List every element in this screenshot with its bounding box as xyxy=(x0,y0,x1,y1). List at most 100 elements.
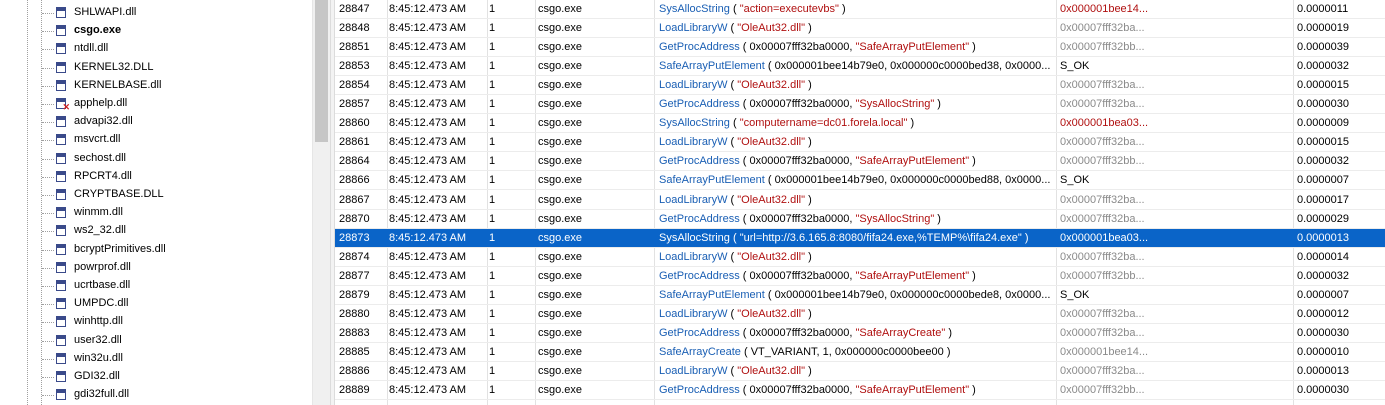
table-row[interactable]: 28848 8:45:12.473 AM 1 csgo.exe LoadLibraryW… xyxy=(335,19,1385,39)
tree-item[interactable]: GDI32.dll xyxy=(0,368,312,386)
module-tree[interactable]: SHLWAPI.dll csgo.exe ntdll.dll KERNEL32.DLL… xyxy=(0,0,312,405)
table-row[interactable]: 28857 8:45:12.473 AM 1 csgo.exe GetProcAddre… xyxy=(335,95,1385,115)
cell-api-call: SafeArrayPutElement ( 0x000001bee14b79e0… xyxy=(659,289,1054,301)
cell-module: csgo.exe xyxy=(538,193,583,206)
api-argument: "SafeArrayPutElement" xyxy=(855,269,970,282)
api-paren-open: ( xyxy=(727,79,738,92)
tree-item[interactable]: KERNELBASE.dll xyxy=(0,77,312,95)
tree-item[interactable]: gdi32full.dll xyxy=(0,386,312,404)
cell-thread: 1 xyxy=(489,288,496,301)
table-row[interactable]: 28885 8:45:12.473 AM 1 csgo.exe SafeArrayCre… xyxy=(335,343,1385,362)
module-icon xyxy=(56,25,66,37)
tree-item[interactable]: msvcrt.dll xyxy=(0,131,312,149)
tree-item[interactable]: RPCRT4.dll xyxy=(0,168,312,186)
cell-module: csgo.exe xyxy=(538,98,583,111)
cell-module: csgo.exe xyxy=(538,212,583,225)
api-function-name: SafeArrayPutElement xyxy=(659,288,765,301)
tree-item[interactable]: ws2_32.dll xyxy=(0,222,312,240)
table-row[interactable]: 28873 8:45:12.473 AM 1 csgo.exe SysAllocStri… xyxy=(335,228,1385,248)
tree-item[interactable]: ✕ apphelp.dll xyxy=(0,95,312,113)
tree-item[interactable]: winhttp.dll xyxy=(0,313,312,331)
cell-time: 8:45:12.473 AM xyxy=(389,98,467,111)
table-row[interactable]: 28867 8:45:12.473 AM 1 csgo.exe LoadLibraryW… xyxy=(335,191,1385,210)
tree-item-label: gdi32full.dll xyxy=(74,388,130,401)
cell-thread: 1 xyxy=(489,117,496,130)
api-argument: "OleAut32.dll" xyxy=(737,136,806,149)
cell-duration: 0.0000013 xyxy=(1297,231,1349,244)
api-paren-close: ) xyxy=(805,307,812,320)
table-row[interactable]: 28889 8:45:12.473 AM 1 csgo.exe GetProcAddre… xyxy=(335,381,1385,400)
cell-duration: 0.0000032 xyxy=(1297,269,1349,282)
tree-item[interactable]: KERNEL32.DLL xyxy=(0,59,312,77)
tree-item-label: msvcrt.dll xyxy=(74,133,121,146)
api-function-name: LoadLibraryW xyxy=(659,136,728,149)
cell-thread: 1 xyxy=(489,22,496,35)
cell-module: csgo.exe xyxy=(538,117,583,130)
table-row[interactable]: 28861 8:45:12.473 AM 1 csgo.exe LoadLibraryW… xyxy=(335,133,1385,153)
tree-scrollbar[interactable] xyxy=(312,0,330,405)
tree-scrollbar-thumb[interactable] xyxy=(315,0,328,142)
tree-item[interactable]: sechost.dll xyxy=(0,150,312,168)
api-argument: 0x00007fff32ba0000, xyxy=(749,98,856,111)
table-row[interactable]: 28879 8:45:12.473 AM 1 csgo.exe SafeArrayPut… xyxy=(335,286,1385,305)
table-row[interactable]: 28886 8:45:12.473 AM 1 csgo.exe LoadLibraryW… xyxy=(335,362,1385,381)
table-row[interactable]: 28870 8:45:12.473 AM 1 csgo.exe GetProcAddre… xyxy=(335,210,1385,229)
api-argument: "SysAllocString" xyxy=(855,98,935,111)
table-row[interactable]: 28853 8:45:12.473 AM 1 csgo.exe SafeArrayPut… xyxy=(335,57,1385,77)
cell-time: 8:45:12.473 AM xyxy=(389,288,467,301)
tree-item[interactable]: winmm.dll xyxy=(0,204,312,222)
tree-item[interactable]: bcryptPrimitives.dll xyxy=(0,241,312,259)
module-icon xyxy=(56,134,66,146)
cell-duration: 0.0000010 xyxy=(1297,345,1349,358)
table-row[interactable]: 28854 8:45:12.473 AM 1 csgo.exe LoadLibraryW… xyxy=(335,76,1385,96)
api-paren-close: ) xyxy=(838,3,846,15)
cell-module: csgo.exe xyxy=(538,345,583,358)
cell-module: csgo.exe xyxy=(538,384,583,396)
tree-item[interactable]: ucrtbase.dll xyxy=(0,277,312,295)
tree-item[interactable]: powrprof.dll xyxy=(0,259,312,277)
tree-item[interactable]: UMPDC.dll xyxy=(0,295,312,313)
api-argument: "OleAut32.dll" xyxy=(737,307,806,320)
table-row[interactable]: 28864 8:45:12.473 AM 1 csgo.exe GetProcAddre… xyxy=(335,152,1385,172)
cell-return-value: 0x00007fff32bb... xyxy=(1060,269,1145,282)
table-row[interactable]: 28880 8:45:12.473 AM 1 csgo.exe LoadLibraryW… xyxy=(335,305,1385,324)
api-argument: "OleAut32.dll" xyxy=(737,364,806,377)
cell-thread: 1 xyxy=(489,307,496,320)
api-function-name: LoadLibraryW xyxy=(659,193,728,206)
table-row[interactable]: 28866 8:45:12.473 AM 1 csgo.exe SafeArrayPut… xyxy=(335,171,1385,191)
table-row[interactable]: 28874 8:45:12.473 AM 1 csgo.exe LoadLibraryW… xyxy=(335,248,1385,267)
cell-thread: 1 xyxy=(489,60,496,73)
cell-return-value: 0x00007fff32ba... xyxy=(1060,307,1145,320)
tree-item[interactable]: advapi32.dll xyxy=(0,113,312,131)
cell-time: 8:45:12.473 AM xyxy=(389,307,467,320)
tree-item[interactable]: csgo.exe xyxy=(0,22,312,40)
table-row[interactable]: 28851 8:45:12.473 AM 1 csgo.exe GetProcAddre… xyxy=(335,38,1385,58)
tree-connector xyxy=(42,176,54,178)
table-row[interactable]: 28860 8:45:12.473 AM 1 csgo.exe SysAllocStri… xyxy=(335,114,1385,134)
table-row[interactable]: 28883 8:45:12.473 AM 1 csgo.exe GetProcAddre… xyxy=(335,324,1385,343)
tree-item[interactable]: user32.dll xyxy=(0,332,312,350)
cell-api-call: SysAllocString ( "computername=dc01.fore… xyxy=(659,117,1054,129)
table-row[interactable]: 28877 8:45:12.473 AM 1 csgo.exe GetProcAddre… xyxy=(335,267,1385,286)
cell-thread: 1 xyxy=(489,269,496,282)
cell-module: csgo.exe xyxy=(538,326,583,339)
api-argument: 0x00007fff32ba0000, xyxy=(749,326,856,339)
cell-time: 8:45:12.473 AM xyxy=(389,231,467,244)
tree-connector xyxy=(42,340,54,342)
cell-duration: 0.0000015 xyxy=(1297,79,1349,92)
cell-api-call: SysAllocString ( "action=executevbs" ) xyxy=(659,3,1054,15)
api-function-name: LoadLibraryW xyxy=(659,364,728,377)
table-row[interactable]: 28847 8:45:12.473 AM 1 csgo.exe SysAllocStri… xyxy=(335,0,1385,19)
tree-item[interactable]: ntdll.dll xyxy=(0,40,312,58)
tree-item[interactable]: SHLWAPI.dll xyxy=(0,4,312,22)
tree-item-label: winmm.dll xyxy=(74,206,123,219)
tree-item[interactable]: win32u.dll xyxy=(0,350,312,368)
api-call-table[interactable]: 28847 8:45:12.473 AM 1 csgo.exe SysAllocStri… xyxy=(335,0,1385,405)
cell-return-value: 0x000001bee14... xyxy=(1060,3,1149,15)
tree-item-label: user32.dll xyxy=(74,333,122,346)
module-icon xyxy=(56,189,66,200)
api-paren-open: ( xyxy=(727,250,738,263)
cell-thread: 1 xyxy=(489,345,496,358)
tree-item[interactable]: CRYPTBASE.DLL xyxy=(0,186,312,204)
module-icon xyxy=(56,225,66,237)
